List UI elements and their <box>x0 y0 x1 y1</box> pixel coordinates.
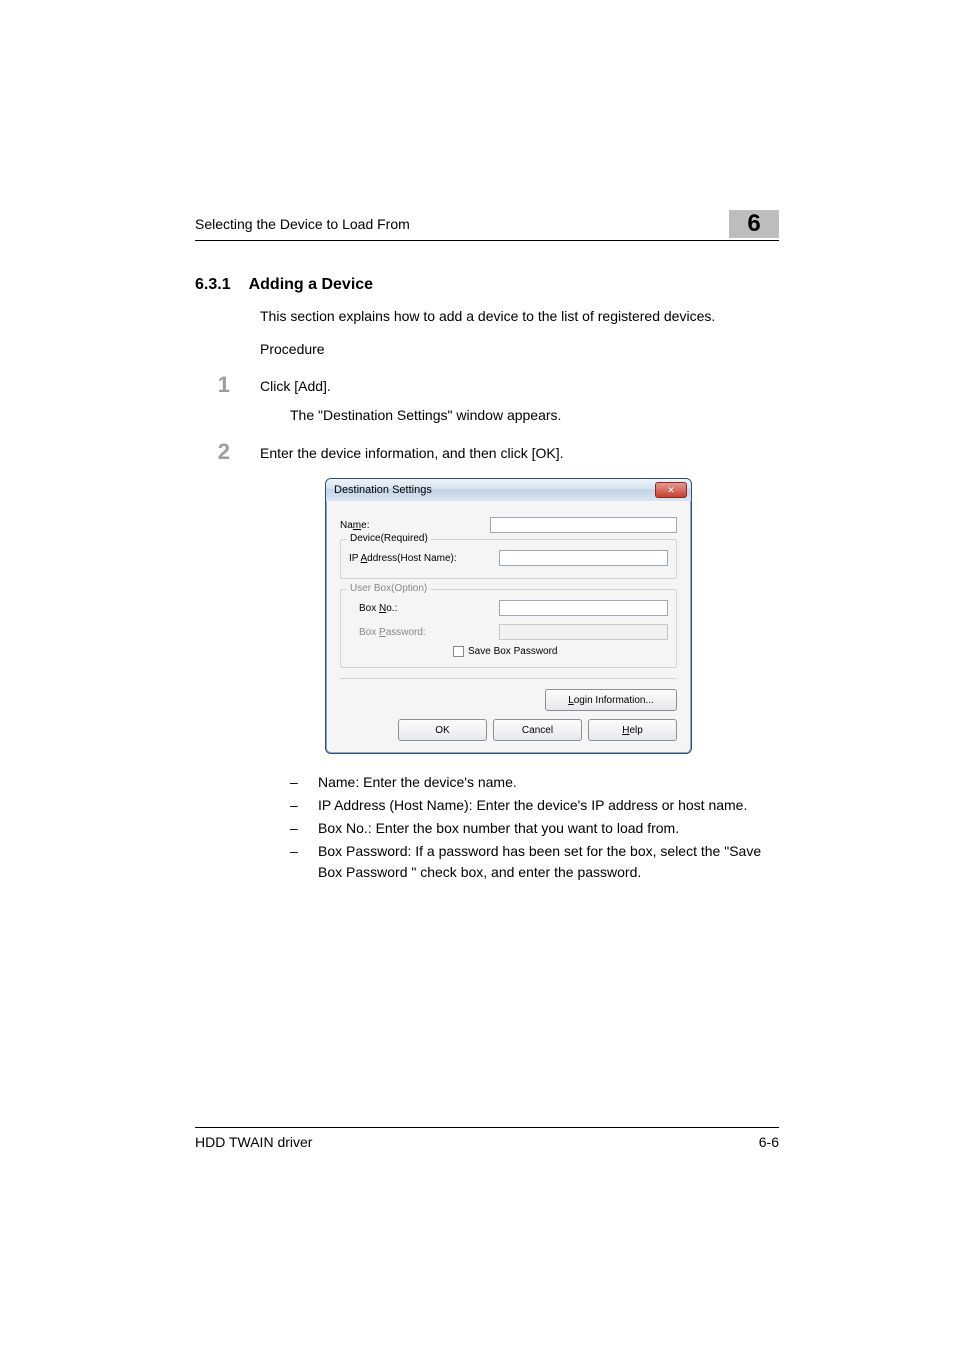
ip-row: IP Address(Host Name): <box>349 550 668 566</box>
close-button[interactable]: ✕ <box>655 482 687 498</box>
page: Selecting the Device to Load From 6 6.3.… <box>0 0 954 1350</box>
name-input[interactable] <box>490 517 677 533</box>
ip-label: IP Address(Host Name): <box>349 553 499 564</box>
dialog-separator <box>340 678 677 679</box>
boxno-input[interactable] <box>499 600 668 616</box>
destination-settings-dialog: Destination Settings ✕ Name: Device(Requ… <box>325 478 692 754</box>
login-info-row: Login Information... <box>340 689 677 711</box>
name-row: Name: <box>340 517 677 533</box>
save-password-label: Save Box Password <box>468 646 558 657</box>
running-header: Selecting the Device to Load From 6 <box>195 210 779 241</box>
device-required-legend: Device(Required) <box>347 533 431 544</box>
step-1-sub: The "Destination Settings" window appear… <box>290 405 779 427</box>
list-item: – IP Address (Host Name): Enter the devi… <box>290 795 779 816</box>
step-number: 2 <box>195 439 230 464</box>
boxno-label: Box No.: <box>349 603 499 614</box>
device-required-group: Device(Required) IP Address(Host Name): <box>340 539 677 579</box>
step-number: 1 <box>195 372 230 397</box>
list-item: – Name: Enter the device's name. <box>290 772 779 793</box>
dialog-body: Name: Device(Required) IP Address(Host N… <box>326 501 691 753</box>
bullet-text: Box No.: Enter the box number that you w… <box>318 818 679 839</box>
bullet-text: Box Password: If a password has been set… <box>318 841 779 883</box>
step-text: Click [Add]. <box>260 372 331 397</box>
step-text: Enter the device information, and then c… <box>260 439 564 464</box>
list-item: – Box Password: If a password has been s… <box>290 841 779 883</box>
dash-icon: – <box>290 841 300 883</box>
section-intro: This section explains how to add a devic… <box>260 306 779 327</box>
field-descriptions: – Name: Enter the device's name. – IP Ad… <box>290 772 779 883</box>
boxpw-input[interactable] <box>499 624 668 640</box>
footer-right: 6-6 <box>759 1134 779 1150</box>
chapter-number: 6 <box>747 210 760 238</box>
user-box-group: User Box(Option) Box No.: Box Password: <box>340 589 677 668</box>
dialog-figure: Destination Settings ✕ Name: Device(Requ… <box>325 478 779 754</box>
boxno-row: Box No.: <box>349 600 668 616</box>
close-icon: ✕ <box>667 486 675 495</box>
footer-left: HDD TWAIN driver <box>195 1134 312 1150</box>
step-2: 2 Enter the device information, and then… <box>195 439 779 464</box>
cancel-button[interactable]: Cancel <box>493 719 582 741</box>
boxpw-label: Box Password: <box>349 627 499 638</box>
bullet-text: IP Address (Host Name): Enter the device… <box>318 795 747 816</box>
running-title: Selecting the Device to Load From <box>195 216 410 238</box>
name-label: Name: <box>340 520 490 531</box>
dialog-titlebar: Destination Settings ✕ <box>326 479 691 501</box>
list-item: – Box No.: Enter the box number that you… <box>290 818 779 839</box>
save-password-row: Save Box Password <box>453 646 668 657</box>
chapter-number-box: 6 <box>729 210 779 238</box>
login-information-button[interactable]: Login Information... <box>545 689 677 711</box>
ip-input[interactable] <box>499 550 668 566</box>
procedure-label: Procedure <box>260 339 779 360</box>
section-heading: 6.3.1 Adding a Device <box>195 276 779 294</box>
dash-icon: – <box>290 818 300 839</box>
ok-button[interactable]: OK <box>398 719 487 741</box>
dialog-title: Destination Settings <box>334 484 432 496</box>
bullet-text: Name: Enter the device's name. <box>318 772 517 793</box>
boxpw-row: Box Password: <box>349 624 668 640</box>
dash-icon: – <box>290 795 300 816</box>
user-box-legend: User Box(Option) <box>347 583 430 594</box>
section-number: 6.3.1 <box>195 276 231 294</box>
help-button[interactable]: Help <box>588 719 677 741</box>
dash-icon: – <box>290 772 300 793</box>
step-1: 1 Click [Add]. <box>195 372 779 397</box>
dialog-button-row: OK Cancel Help <box>340 719 677 741</box>
save-password-checkbox[interactable] <box>453 646 464 657</box>
section-title: Adding a Device <box>249 276 373 294</box>
page-footer: HDD TWAIN driver 6-6 <box>195 1127 779 1150</box>
